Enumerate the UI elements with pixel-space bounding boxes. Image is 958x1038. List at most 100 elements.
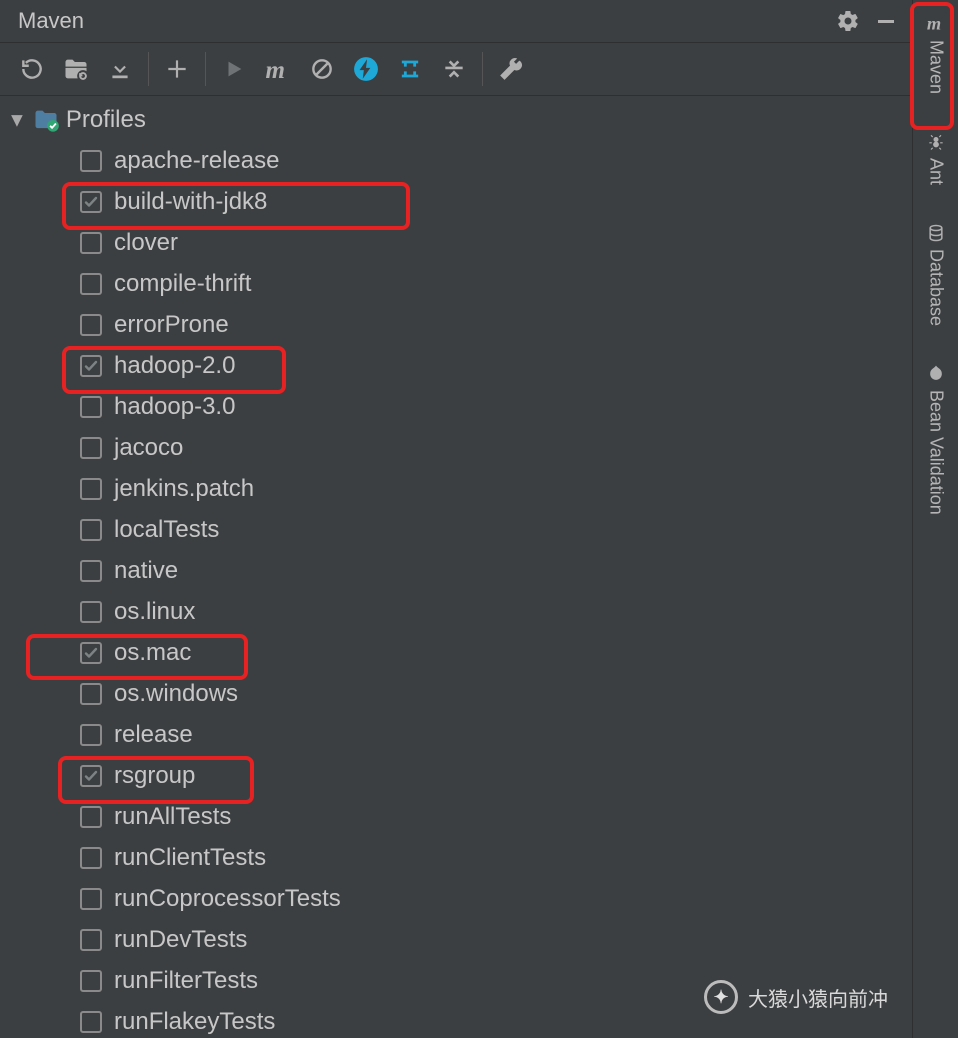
profile-item[interactable]: hadoop-3.0 (80, 386, 912, 427)
expand-arrow-icon[interactable]: ▼ (7, 108, 27, 131)
plus-icon[interactable] (155, 47, 199, 91)
stripe-item-ant[interactable]: Ant (913, 120, 958, 197)
profile-item[interactable]: runAllTests (80, 796, 912, 837)
profile-item[interactable]: jenkins.patch (80, 468, 912, 509)
offline-bars-icon[interactable] (388, 47, 432, 91)
run-icon[interactable] (212, 47, 256, 91)
bean-validation-icon (926, 364, 946, 384)
checkbox[interactable] (80, 642, 102, 664)
profile-item[interactable]: apache-release (80, 140, 912, 181)
checkbox[interactable] (80, 273, 102, 295)
checkbox[interactable] (80, 478, 102, 500)
profile-item[interactable]: build-with-jdk8 (80, 181, 912, 222)
checkbox[interactable] (80, 396, 102, 418)
checkbox[interactable] (80, 519, 102, 541)
checkbox[interactable] (80, 724, 102, 746)
checkbox[interactable] (80, 1011, 102, 1033)
stripe-item-label: Bean Validation (926, 390, 947, 515)
checkbox[interactable] (80, 683, 102, 705)
checkbox[interactable] (80, 232, 102, 254)
reload-icon[interactable] (10, 47, 54, 91)
watermark: ✦ 大猿小猿向前冲 (704, 980, 888, 1014)
profile-item[interactable]: runClientTests (80, 837, 912, 878)
profile-label: localTests (114, 516, 219, 544)
tree-root-profiles[interactable]: ▼ Profiles (8, 104, 912, 140)
profile-label: hadoop-2.0 (114, 352, 235, 380)
svg-text:m: m (927, 13, 941, 33)
folder-reload-icon[interactable] (54, 47, 98, 91)
profile-label: runFilterTests (114, 967, 258, 995)
database-icon (926, 223, 946, 243)
profile-label: hadoop-3.0 (114, 393, 235, 421)
panel-title-bar: Maven (0, 0, 912, 42)
m-letter-icon[interactable]: m (256, 47, 300, 91)
stripe-item-database[interactable]: Database (913, 211, 958, 338)
minimize-icon[interactable] (874, 9, 898, 33)
profile-item[interactable]: native (80, 550, 912, 591)
checkbox[interactable] (80, 929, 102, 951)
toolbar-separator (205, 52, 206, 86)
download-icon[interactable] (98, 47, 142, 91)
checkbox[interactable] (80, 970, 102, 992)
checkbox[interactable] (80, 150, 102, 172)
checkbox[interactable] (80, 314, 102, 336)
checkbox[interactable] (80, 806, 102, 828)
maven-icon: m (925, 12, 947, 34)
profile-label: compile-thrift (114, 270, 251, 298)
profiles-list: apache-release build-with-jdk8 clover compi… (8, 140, 912, 1038)
profile-item[interactable]: errorProne (80, 304, 912, 345)
profile-item[interactable]: jacoco (80, 427, 912, 468)
toolbar-separator (148, 52, 149, 86)
wrench-icon[interactable] (489, 47, 533, 91)
right-tool-window-stripe: m Maven Ant Database Bean Validation (912, 0, 958, 1038)
checkbox[interactable] (80, 601, 102, 623)
maven-toolbar: m (0, 42, 912, 96)
profile-label: jacoco (114, 434, 183, 462)
checkbox[interactable] (80, 888, 102, 910)
profile-label: jenkins.patch (114, 475, 254, 503)
profile-label: os.linux (114, 598, 195, 626)
profile-item[interactable]: compile-thrift (80, 263, 912, 304)
profile-label: runDevTests (114, 926, 247, 954)
profile-label: errorProne (114, 311, 229, 339)
checkbox[interactable] (80, 355, 102, 377)
stripe-item-bean-validation[interactable]: Bean Validation (913, 352, 958, 527)
checkbox[interactable] (80, 560, 102, 582)
checkbox[interactable] (80, 191, 102, 213)
profile-item[interactable]: os.windows (80, 673, 912, 714)
profile-label: native (114, 557, 178, 585)
profile-item[interactable]: localTests (80, 509, 912, 550)
profile-label: runAllTests (114, 803, 231, 831)
stripe-item-maven[interactable]: m Maven (913, 0, 958, 106)
stripe-item-label: Ant (926, 158, 947, 185)
collapse-icon[interactable] (432, 47, 476, 91)
tree-root-label: Profiles (66, 106, 146, 134)
checkbox[interactable] (80, 847, 102, 869)
profile-item[interactable]: rsgroup (80, 755, 912, 796)
stripe-item-label: Maven (926, 40, 947, 94)
toolbar-separator (482, 52, 483, 86)
profile-label: runClientTests (114, 844, 266, 872)
profile-item[interactable]: os.linux (80, 591, 912, 632)
profile-item[interactable]: clover (80, 222, 912, 263)
profile-label: build-with-jdk8 (114, 188, 267, 216)
ant-icon (926, 132, 946, 152)
wechat-icon: ✦ (704, 980, 738, 1014)
profile-item[interactable]: hadoop-2.0 (80, 345, 912, 386)
profile-label: apache-release (114, 147, 279, 175)
profile-item[interactable]: runCoprocessorTests (80, 878, 912, 919)
skip-tests-icon[interactable] (300, 47, 344, 91)
profile-item[interactable]: os.mac (80, 632, 912, 673)
checkbox[interactable] (80, 437, 102, 459)
stripe-item-label: Database (926, 249, 947, 326)
watermark-text: 大猿小猿向前冲 (748, 983, 888, 1012)
gear-icon[interactable] (836, 9, 860, 33)
profile-item[interactable]: release (80, 714, 912, 755)
svg-text:m: m (266, 57, 285, 84)
profile-label: os.windows (114, 680, 238, 708)
checkbox[interactable] (80, 765, 102, 787)
profile-item[interactable]: runDevTests (80, 919, 912, 960)
profile-label: release (114, 721, 193, 749)
profile-label: clover (114, 229, 178, 257)
lightning-icon[interactable] (344, 47, 388, 91)
